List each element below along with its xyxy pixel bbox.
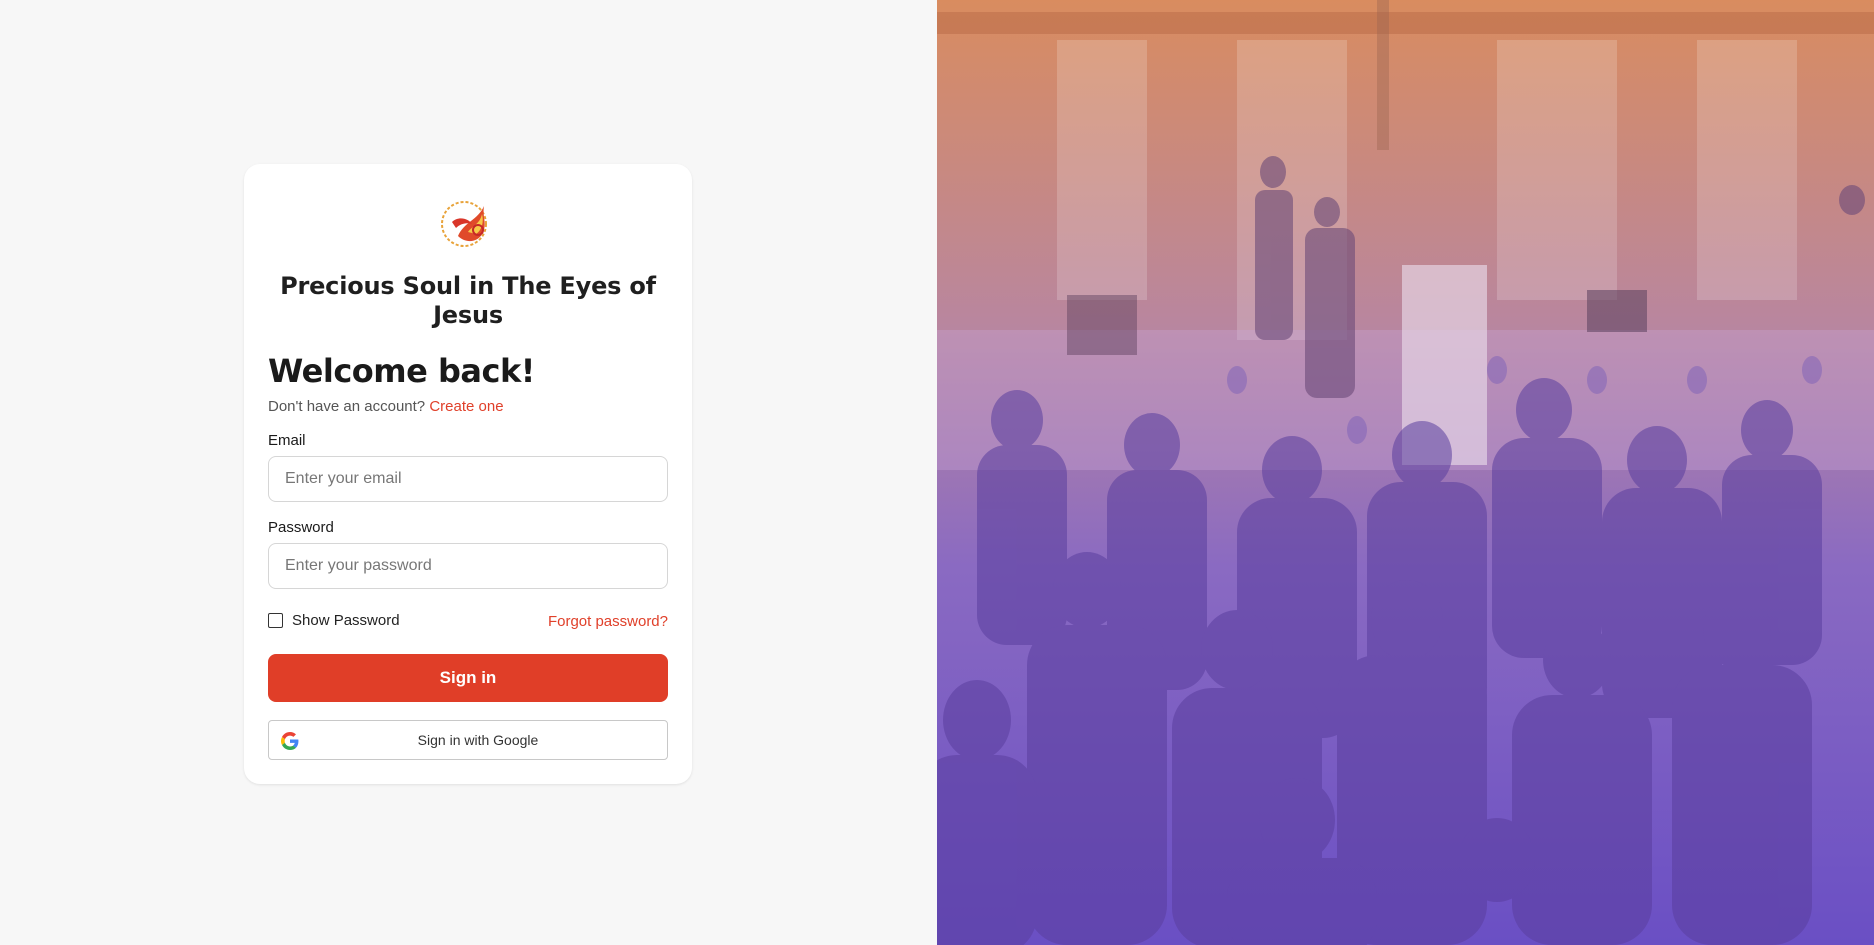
password-field[interactable] — [268, 543, 668, 589]
google-sign-in-label: Sign in with Google — [417, 732, 539, 748]
forgot-password-link[interactable]: Forgot password? — [548, 613, 668, 630]
hero-image — [937, 0, 1874, 945]
no-account-text: Don't have an account? — [268, 398, 426, 415]
email-label: Email — [268, 432, 306, 449]
google-sign-in-button[interactable]: Sign in with Google — [268, 720, 668, 760]
create-account-link[interactable]: Create one — [429, 398, 503, 415]
worship-photo — [937, 0, 1874, 945]
show-password-checkbox[interactable] — [268, 613, 283, 628]
password-label: Password — [268, 519, 334, 536]
sign-in-button[interactable]: Sign in — [268, 654, 668, 702]
login-panel: Precious Soul in The Eyes of Jesus Welco… — [0, 0, 937, 945]
dove-flame-logo — [441, 201, 487, 247]
org-title: Precious Soul in The Eyes of Jesus — [280, 272, 656, 329]
login-card: Precious Soul in The Eyes of Jesus Welco… — [244, 164, 692, 784]
welcome-heading: Welcome back! — [268, 352, 535, 390]
show-password-label: Show Password — [292, 612, 400, 629]
show-password-toggle[interactable]: Show Password — [268, 612, 400, 629]
email-field[interactable] — [268, 456, 668, 502]
signup-prompt: Don't have an account? Create one — [268, 398, 504, 415]
